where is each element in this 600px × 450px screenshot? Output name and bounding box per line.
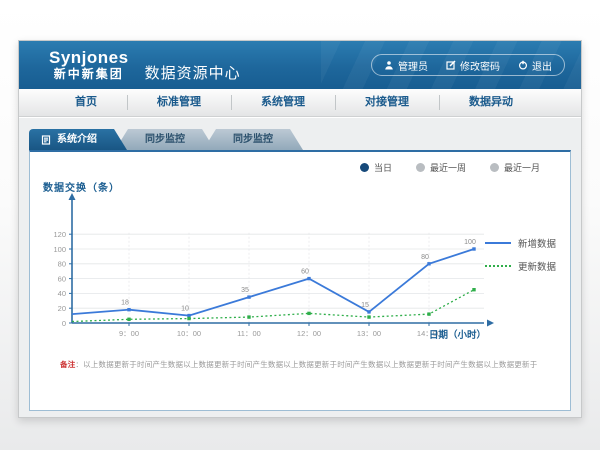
footnote-label: 备注 <box>60 360 75 369</box>
user-icon <box>384 60 394 70</box>
data-point-marker <box>427 262 430 265</box>
radio-label: 当日 <box>374 161 392 174</box>
app-header: Synjones 新中新集团 数据资源中心 管理员 修改密码 退出 <box>19 41 581 89</box>
nav-item-数据异动[interactable]: 数据异动 <box>439 89 543 116</box>
user-button-label: 修改密码 <box>460 58 500 73</box>
legend-swatch-icon <box>485 242 511 244</box>
legend-swatch-icon <box>485 265 511 267</box>
power-icon <box>518 60 528 70</box>
x-tick-label: 9：00 <box>119 329 139 338</box>
nav-item-首页[interactable]: 首页 <box>45 89 127 116</box>
y-tick-label: 100 <box>53 245 66 254</box>
tab-bar: 系统介绍 同步监控 同步监控 <box>19 118 581 150</box>
data-point-marker <box>247 295 250 298</box>
content-area: 系统介绍同步监控同步监控 当日最近一周最近一月 数据交换（条） 02040608… <box>19 118 581 417</box>
legend-label: 新增数据 <box>518 236 556 250</box>
tab-同步监控-2[interactable]: 同步监控 <box>203 129 303 150</box>
y-tick-label: 60 <box>58 274 66 283</box>
y-tick-label: 40 <box>58 289 66 298</box>
data-point-label: 60 <box>301 269 309 276</box>
line-chart: 0 20 40 60 80 100 120 9：00 10：00 11：00 12：00 13：00 1… <box>32 188 494 355</box>
radio-最近一周[interactable]: 最近一周 <box>416 161 466 174</box>
data-point-label: 100 <box>464 239 476 246</box>
data-point-marker <box>367 315 370 318</box>
y-tick-label: 0 <box>62 319 66 328</box>
legend-label: 更新数据 <box>518 259 556 273</box>
radio-label: 最近一周 <box>430 161 466 174</box>
line-chart-svg: 0 20 40 60 80 100 120 9：00 10：00 11：00 12：00 13：00 1… <box>32 188 494 350</box>
data-point-marker <box>187 317 190 320</box>
page-title: 数据资源中心 <box>145 62 241 83</box>
x-tick-label: 13：00 <box>357 329 381 338</box>
radio-最近一月[interactable]: 最近一月 <box>490 161 540 174</box>
y-tick-label: 120 <box>53 230 66 239</box>
radio-dot-icon <box>490 163 499 172</box>
user-button-label: 管理员 <box>398 58 428 73</box>
logo-english-text: Synjones <box>49 49 129 68</box>
logo-chinese-text: 新中新集团 <box>49 68 129 81</box>
data-point-marker <box>472 288 475 291</box>
data-point-label: 15 <box>361 302 369 309</box>
data-point-label: 80 <box>421 254 429 261</box>
change-password-button[interactable]: 修改密码 <box>446 58 500 73</box>
data-point-marker <box>307 277 310 280</box>
legend-item-新增数据: 新增数据 <box>485 236 556 250</box>
y-tick-label: 80 <box>58 260 66 269</box>
user-actions-group: 管理员 修改密码 退出 <box>371 54 565 76</box>
data-point-label: 18 <box>121 300 129 307</box>
data-point-label: 10 <box>181 306 189 313</box>
admin-user-button[interactable]: 管理员 <box>384 58 428 73</box>
footnote: 备注：以上数据更新于时间产生数据以上数据更新于时间产生数据以上数据更新于时间产生… <box>60 359 554 370</box>
new-data-series-line <box>72 249 474 316</box>
legend-item-更新数据: 更新数据 <box>485 259 556 273</box>
footnote-text: ：以上数据更新于时间产生数据以上数据更新于时间产生数据以上数据更新于时间产生数据… <box>75 360 537 369</box>
nav-item-系统管理[interactable]: 系统管理 <box>231 89 335 116</box>
company-logo: Synjones 新中新集团 <box>49 49 129 81</box>
time-range-filters: 当日 最近一周 最近一月 <box>360 161 540 174</box>
x-axis-title: 日期（小时） <box>429 329 486 341</box>
data-point-marker <box>187 314 190 317</box>
radio-当日[interactable]: 当日 <box>360 161 392 174</box>
app-window: Synjones 新中新集团 数据资源中心 管理员修改密码退出 首页标准管理系统… <box>18 40 582 418</box>
tab-label: 同步监控 <box>145 134 185 145</box>
main-nav: 首页标准管理系统管理对接管理数据异动 <box>19 89 581 117</box>
radio-label: 最近一月 <box>504 161 540 174</box>
x-tick-label: 11：00 <box>237 329 261 338</box>
nav-item-对接管理[interactable]: 对接管理 <box>335 89 439 116</box>
data-point-marker <box>472 247 475 250</box>
tab-同步监控-1[interactable]: 同步监控 <box>115 129 215 150</box>
radio-dot-icon <box>360 163 369 172</box>
data-point-marker <box>127 318 130 321</box>
data-point-label: 35 <box>241 287 249 294</box>
y-tick-label: 20 <box>58 304 66 313</box>
y-axis-arrow-icon <box>69 193 76 200</box>
chart-panel: 当日最近一周最近一月 数据交换（条） 0204060801001209：0010… <box>29 150 571 411</box>
x-axis-arrow-icon <box>487 320 494 327</box>
radio-dot-icon <box>416 163 425 172</box>
x-tick-label: 12：00 <box>297 329 321 338</box>
data-point-marker <box>427 312 430 315</box>
tab-系统介绍-0[interactable]: 系统介绍 <box>29 129 127 150</box>
user-button-label: 退出 <box>532 58 552 73</box>
x-tick-label: 10：00 <box>177 329 201 338</box>
data-point-marker <box>307 312 310 315</box>
edit-icon <box>446 60 456 70</box>
updated-data-series-line <box>72 290 474 322</box>
chart-legend: 新增数据更新数据 <box>485 236 556 282</box>
data-point-marker <box>127 308 130 311</box>
data-point-marker <box>247 315 250 318</box>
doc-icon <box>41 135 51 145</box>
tab-label: 系统介绍 <box>57 129 97 150</box>
nav-item-标准管理[interactable]: 标准管理 <box>127 89 231 116</box>
logout-button[interactable]: 退出 <box>518 58 552 73</box>
tab-label: 同步监控 <box>233 134 273 145</box>
data-point-marker <box>367 310 370 313</box>
